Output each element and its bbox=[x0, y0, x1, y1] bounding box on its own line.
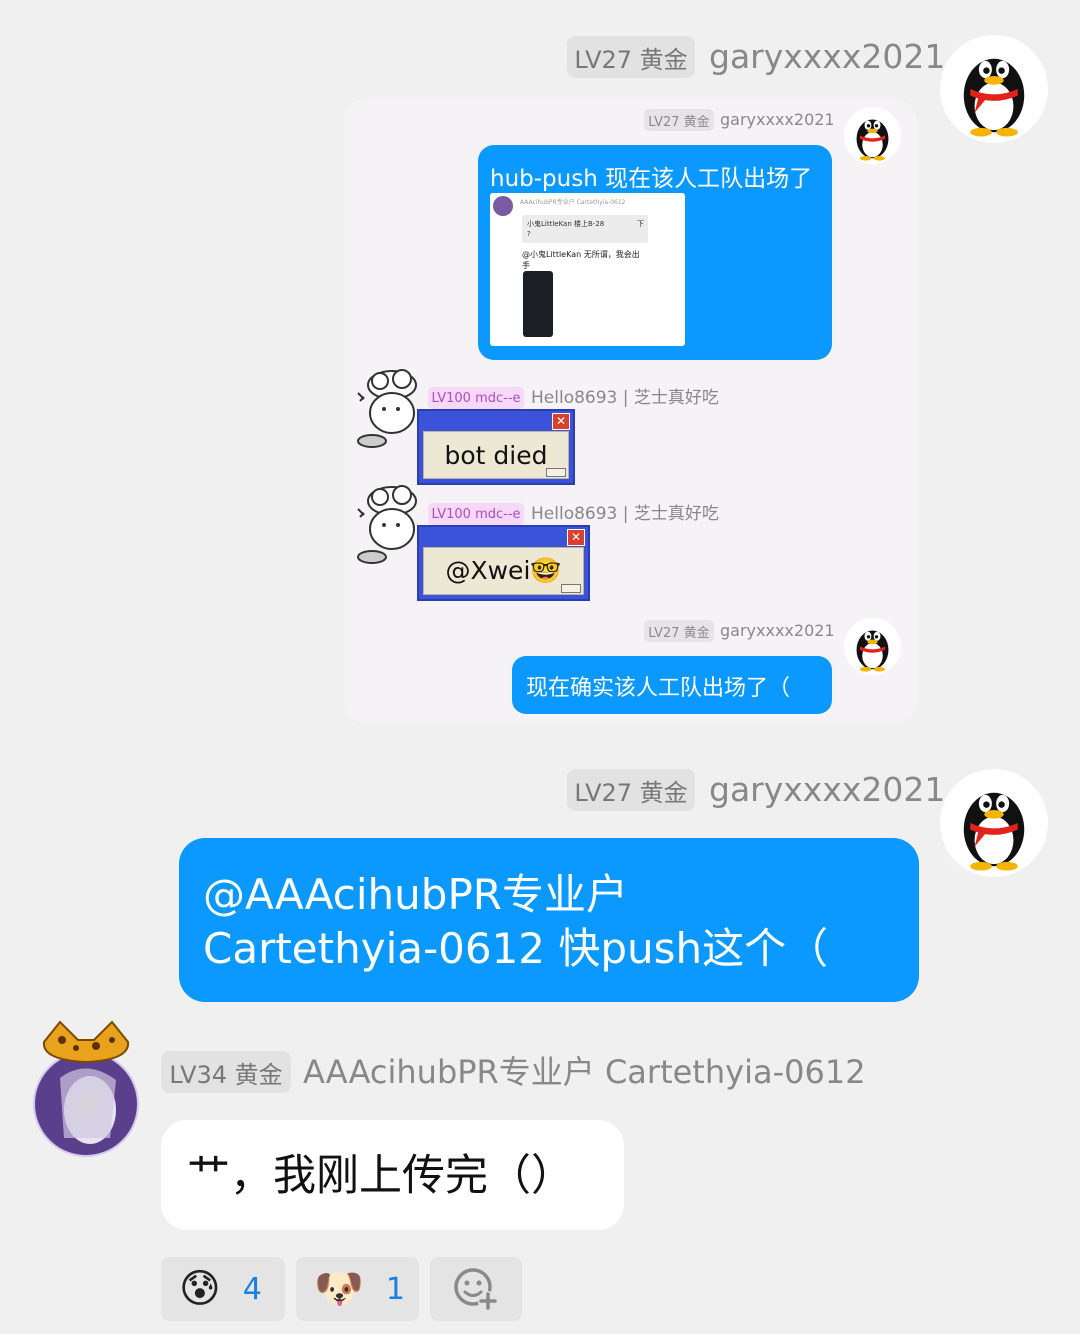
reaction-count: 4 bbox=[242, 1271, 262, 1307]
chef-doodle-icon bbox=[352, 367, 424, 451]
message-text: Cartethyia-0612 快push这个（ bbox=[203, 924, 829, 973]
screenshot-quote: 小鬼LittleKan 楼上B-28 下 ? bbox=[522, 215, 648, 243]
add-reaction-icon bbox=[454, 1268, 498, 1311]
reaction-count: 1 bbox=[385, 1271, 405, 1307]
level-badge: LV27 黄金 bbox=[567, 769, 695, 811]
anxious-face-icon: 😰 bbox=[179, 1266, 221, 1312]
screenshot-phone bbox=[523, 271, 553, 337]
sender-name: garyxxxx2021 bbox=[720, 621, 835, 640]
qq-penguin-icon[interactable] bbox=[940, 769, 1048, 877]
anime-girl-icon[interactable] bbox=[30, 1018, 142, 1160]
close-icon: ✕ bbox=[552, 413, 570, 430]
level-badge: LV27 黄金 bbox=[567, 36, 695, 78]
close-icon: ✕ bbox=[567, 529, 585, 546]
chef-doodle-icon bbox=[352, 483, 424, 567]
quote-tail: 下 bbox=[637, 220, 644, 228]
reaction-chip[interactable]: 🐶 1 bbox=[296, 1257, 419, 1321]
screenshot-header: AAAcihubPR专业户 Cartethyia-0612 bbox=[520, 199, 626, 206]
add-reaction-button[interactable] bbox=[430, 1257, 522, 1321]
dog-face-icon: 🐶 bbox=[314, 1266, 364, 1312]
sender-name[interactable]: garyxxxx2021 bbox=[709, 36, 945, 78]
screenshot-reply: @小鬼LittleKan 无所谓，我会出手 bbox=[522, 250, 640, 270]
message-bubble: ✕ @Xwei🤓 bbox=[417, 525, 590, 601]
forwarded-chat-card[interactable]: LV27 黄金 garyxxxx2021 hub-push 现在该人工队出场了 … bbox=[344, 99, 917, 723]
message-bubble: 现在确实该人工队出场了（ bbox=[512, 656, 832, 714]
qq-penguin-icon bbox=[844, 618, 901, 675]
level-badge: LV27 黄金 bbox=[644, 620, 714, 642]
level-badge: LV100 mdc--e bbox=[428, 503, 524, 525]
message-text: 艹，我刚上传完（） bbox=[187, 1151, 574, 1201]
quote-text: 小鬼LittleKan 楼上B-28 bbox=[527, 220, 605, 228]
sender-name[interactable]: garyxxxx2021 bbox=[709, 769, 945, 811]
message-bubble: hub-push 现在该人工队出场了 AAAcihubPR专业户 Carteth… bbox=[478, 145, 832, 360]
level-badge: LV100 mdc--e bbox=[428, 387, 524, 409]
qq-penguin-icon[interactable] bbox=[940, 35, 1048, 143]
message-text: 现在确实该人工队出场了（ bbox=[526, 676, 791, 701]
sender-name: garyxxxx2021 bbox=[720, 110, 835, 129]
sender-name[interactable]: AAAcihubPR专业户 Cartethyia-0612 bbox=[303, 1051, 866, 1093]
sender-name: Hello8693 | 芝士真好吃 bbox=[531, 388, 719, 408]
qq-penguin-icon bbox=[844, 107, 901, 164]
screenshot-avatar bbox=[493, 196, 513, 216]
message-bubble[interactable]: @AAAcihubPR专业户 Cartethyia-0612 快push这个（ bbox=[179, 838, 919, 1002]
message-bubble: ✕ bot died bbox=[417, 409, 575, 485]
qq-penguin-icon bbox=[963, 58, 1025, 137]
dropdown-icon bbox=[561, 584, 581, 593]
message-text: hub-push 现在该人工队出场了 bbox=[490, 166, 813, 192]
message-text: @AAAcihubPR专业户 bbox=[203, 870, 628, 919]
message-text: @Xwei🤓 bbox=[423, 547, 584, 595]
quote-mark: ? bbox=[527, 230, 531, 238]
level-badge: LV34 黄金 bbox=[161, 1051, 291, 1093]
message-bubble[interactable]: 艹，我刚上传完（） bbox=[161, 1120, 624, 1230]
reaction-chip[interactable]: 😰 4 bbox=[161, 1257, 285, 1321]
level-badge: LV27 黄金 bbox=[644, 109, 714, 131]
sender-name: Hello8693 | 芝士真好吃 bbox=[531, 504, 719, 524]
dropdown-icon bbox=[546, 468, 566, 477]
embedded-screenshot: AAAcihubPR专业户 Cartethyia-0612 小鬼LittleKa… bbox=[490, 193, 685, 346]
